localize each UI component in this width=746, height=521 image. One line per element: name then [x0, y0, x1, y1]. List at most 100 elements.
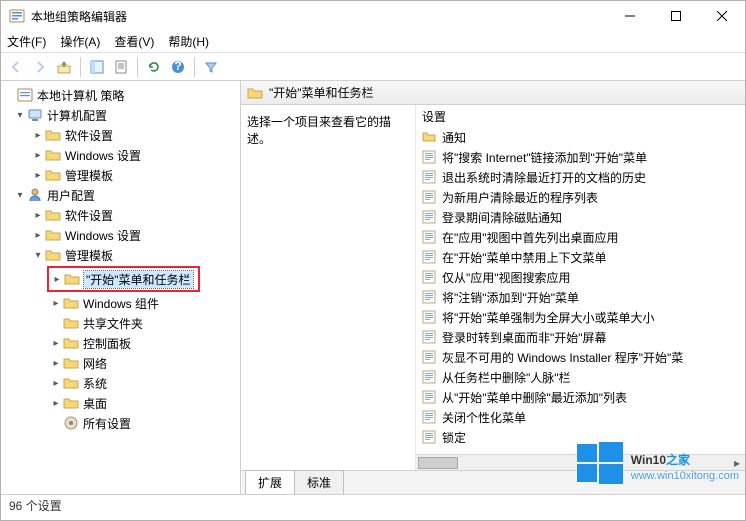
tree-item[interactable]: 管理模板: [1, 165, 240, 185]
column-header-setting[interactable]: 设置: [416, 105, 745, 127]
tree-item[interactable]: 桌面: [1, 393, 240, 413]
list-item[interactable]: 登录期间清除磁贴通知: [416, 207, 745, 227]
list-item[interactable]: 将"开始"菜单强制为全屏大小或菜单大小: [416, 307, 745, 327]
folder-icon: [45, 247, 61, 263]
list-item[interactable]: 从"开始"菜单中删除"最近添加"列表: [416, 387, 745, 407]
list-item-label: 从任务栏中删除"人脉"栏: [442, 369, 571, 386]
policy-item-icon: [422, 290, 436, 304]
list-item-label: 将"注销"添加到"开始"菜单: [442, 289, 579, 306]
expand-icon[interactable]: [31, 150, 45, 161]
folder-icon: [247, 85, 263, 101]
tree-computer-config[interactable]: 计算机配置: [1, 105, 240, 125]
policy-item-icon: [422, 250, 436, 264]
scroll-right-arrow[interactable]: ▸: [729, 456, 745, 470]
settings-list[interactable]: 设置 通知 将"搜索 Internet"链接添加到"开始"菜单退出系统时清除最近…: [416, 105, 745, 470]
menu-action[interactable]: 操作(A): [60, 33, 100, 50]
list-item[interactable]: 从任务栏中删除"人脉"栏: [416, 367, 745, 387]
menu-help[interactable]: 帮助(H): [168, 33, 209, 50]
filter-button[interactable]: [200, 56, 222, 78]
tree-label: Windows 设置: [65, 147, 141, 164]
tree-item[interactable]: 软件设置: [1, 205, 240, 225]
tab-extended[interactable]: 扩展: [245, 470, 295, 494]
list-item[interactable]: 退出系统时清除最近打开的文档的历史: [416, 167, 745, 187]
properties-button[interactable]: [110, 56, 132, 78]
up-button[interactable]: [53, 56, 75, 78]
back-button[interactable]: [5, 56, 27, 78]
menu-bar: 文件(F) 操作(A) 查看(V) 帮助(H): [1, 31, 745, 53]
tab-standard[interactable]: 标准: [294, 470, 344, 494]
minimize-button[interactable]: [607, 1, 653, 31]
expand-icon[interactable]: [13, 190, 27, 201]
tree-root[interactable]: 本地计算机 策略: [1, 85, 240, 105]
tree-item[interactable]: 控制面板: [1, 333, 240, 353]
tree-pane[interactable]: 本地计算机 策略 计算机配置 软件设置 Windows 设置 管理模板 用户配置…: [1, 81, 241, 494]
close-button[interactable]: [699, 1, 745, 31]
folder-icon: [45, 127, 61, 143]
tree-item[interactable]: 系统: [1, 373, 240, 393]
expand-icon[interactable]: [31, 130, 45, 141]
expand-icon[interactable]: [31, 170, 45, 181]
list-item[interactable]: 锁定: [416, 427, 745, 447]
scrollbar-thumb[interactable]: [418, 457, 458, 469]
help-button[interactable]: ?: [167, 56, 189, 78]
detail-header: "开始"菜单和任务栏: [241, 81, 745, 105]
expand-icon[interactable]: [49, 298, 63, 309]
horizontal-scrollbar[interactable]: ▸: [416, 454, 745, 470]
list-item[interactable]: 在"开始"菜单中禁用上下文菜单: [416, 247, 745, 267]
list-item-label: 在"应用"视图中首先列出桌面应用: [442, 229, 619, 246]
folder-icon: [63, 395, 79, 411]
folder-icon: [45, 167, 61, 183]
list-folder-item[interactable]: 通知: [416, 127, 745, 147]
policy-item-icon: [422, 190, 436, 204]
policy-item-icon: [422, 410, 436, 424]
tree-item[interactable]: 所有设置: [1, 413, 240, 433]
expand-icon[interactable]: [31, 210, 45, 221]
list-item-label: 从"开始"菜单中删除"最近添加"列表: [442, 389, 627, 406]
tree-item[interactable]: 共享文件夹: [1, 313, 240, 333]
tree-start-taskbar[interactable]: "开始"菜单和任务栏: [50, 269, 197, 289]
tree-label: Windows 组件: [83, 295, 159, 312]
tree-item[interactable]: 网络: [1, 353, 240, 373]
list-item[interactable]: 将"注销"添加到"开始"菜单: [416, 287, 745, 307]
expand-icon[interactable]: [49, 378, 63, 389]
list-item[interactable]: 灰显不可用的 Windows Installer 程序"开始"菜: [416, 347, 745, 367]
tree-user-config[interactable]: 用户配置: [1, 185, 240, 205]
tree-admin-templates[interactable]: 管理模板: [1, 245, 240, 265]
list-item-label: 锁定: [442, 429, 466, 446]
tree-label: 管理模板: [65, 167, 113, 184]
policy-item-icon: [422, 170, 436, 184]
expand-icon[interactable]: [13, 110, 27, 121]
tree-item[interactable]: Windows 设置: [1, 145, 240, 165]
folder-icon: [422, 130, 436, 144]
list-item[interactable]: 登录时转到桌面而非"开始"屏幕: [416, 327, 745, 347]
window-title: 本地组策略编辑器: [31, 8, 607, 25]
status-text: 96 个设置: [9, 497, 62, 514]
expand-icon[interactable]: [49, 398, 63, 409]
folder-icon: [63, 355, 79, 371]
refresh-button[interactable]: [143, 56, 165, 78]
maximize-button[interactable]: [653, 1, 699, 31]
folder-icon: [45, 207, 61, 223]
list-item[interactable]: 仅从"应用"视图搜索应用: [416, 267, 745, 287]
list-item[interactable]: 关闭个性化菜单: [416, 407, 745, 427]
tree-label: 控制面板: [83, 335, 131, 352]
show-hide-tree-button[interactable]: [86, 56, 108, 78]
detail-pane: "开始"菜单和任务栏 选择一个项目来查看它的描述。 设置 通知 将"搜索 Int…: [241, 81, 745, 494]
expand-icon[interactable]: [31, 230, 45, 241]
tree-item[interactable]: Windows 设置: [1, 225, 240, 245]
list-item[interactable]: 在"应用"视图中首先列出桌面应用: [416, 227, 745, 247]
tree-item[interactable]: Windows 组件: [1, 293, 240, 313]
tree-item[interactable]: 软件设置: [1, 125, 240, 145]
list-item[interactable]: 将"搜索 Internet"链接添加到"开始"菜单: [416, 147, 745, 167]
menu-view[interactable]: 查看(V): [114, 33, 154, 50]
forward-button[interactable]: [29, 56, 51, 78]
toolbar-separator: [137, 57, 138, 77]
folder-icon: [63, 295, 79, 311]
expand-icon[interactable]: [31, 250, 45, 261]
expand-icon[interactable]: [49, 358, 63, 369]
menu-file[interactable]: 文件(F): [7, 33, 46, 50]
expand-icon[interactable]: [50, 274, 64, 285]
list-item[interactable]: 为新用户清除最近的程序列表: [416, 187, 745, 207]
expand-icon[interactable]: [49, 338, 63, 349]
list-item-label: 灰显不可用的 Windows Installer 程序"开始"菜: [442, 349, 683, 366]
